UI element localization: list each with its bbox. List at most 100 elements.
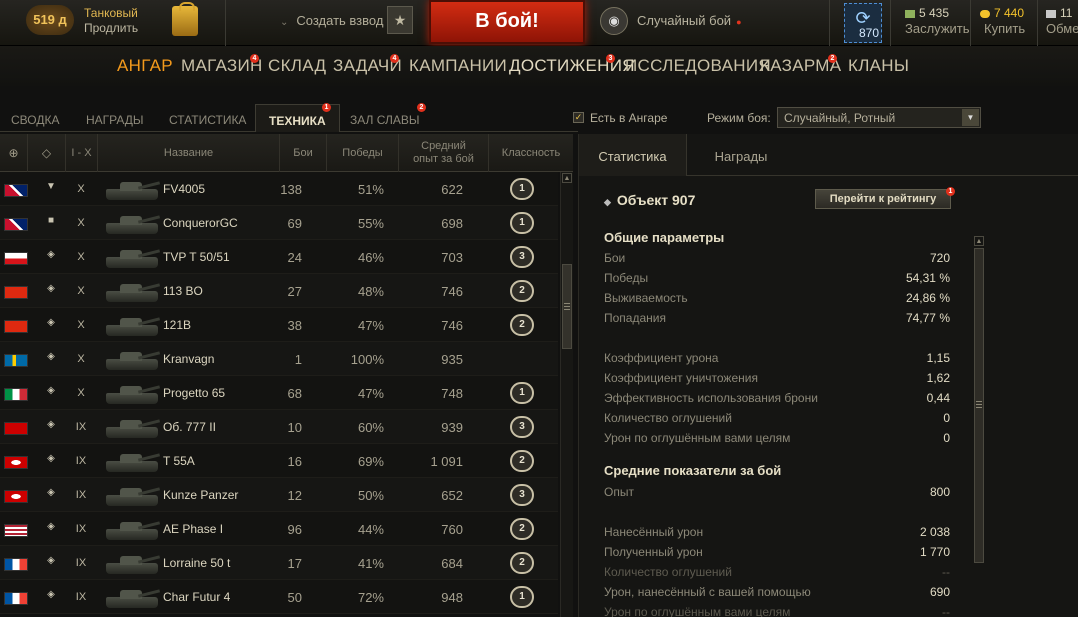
nation-flag-icon [4,592,28,605]
credits-currency[interactable]: 11 Обме [1046,6,1078,36]
platoon-star-icon[interactable]: ★ [387,6,413,34]
vehicle-winrate: 51% [357,182,384,197]
nav-campaigns[interactable]: КАМПАНИИ [409,56,507,76]
panel-tab-awards[interactable]: Награды [687,134,795,176]
battle-mode-dropdown-value: Случайный, Ротный [784,111,896,125]
scroll-up-button[interactable]: ▲ [562,173,572,183]
nav-clans[interactable]: КЛАНЫ [848,56,909,76]
vehicle-type-icon: ◈ [47,283,55,294]
tank-thumbnail [104,549,162,577]
vehicle-avg-xp: 948 [441,590,463,605]
dropdown-arrow-icon: ▼ [962,109,979,126]
tab-awards[interactable]: НАГРАДЫ [86,113,144,127]
gold-currency[interactable]: 7 440 Купить [980,6,1025,36]
bonds-currency[interactable]: 5 435 Заслужить [905,6,970,36]
table-row[interactable]: ◈ X Kranvagn 1 100% 935 [0,342,558,376]
vehicle-type-icon: ◈ [47,351,55,362]
vehicle-tier: X [77,319,85,331]
gold-buy-link[interactable]: Купить [984,21,1025,36]
mastery-badge-icon: 3 [510,416,534,438]
battle-mode-icon[interactable]: ◉ [600,7,628,35]
premium-shop-bag-icon[interactable] [172,2,198,36]
sort-mastery-button[interactable]: Классность [489,134,573,172]
vehicle-avg-xp: 746 [441,318,463,333]
in-hangar-label[interactable]: Есть в Ангаре [590,111,667,125]
nav-research[interactable]: ИССЛЕДОВАНИЯ [625,56,771,76]
tab-hall-of-fame[interactable]: ЗАЛ СЛАВЫ [350,113,420,127]
nation-flag-icon [4,388,28,401]
table-row[interactable]: ◈ X TVP T 50/51 24 46% 703 3 [0,240,558,274]
mastery-badge-icon: 1 [510,382,534,404]
vehicle-battles: 10 [287,420,302,435]
vehicle-stats-panel: Статистика Награды ◆ Объект 907 Перейти к… [578,134,1078,617]
main-navigation: АНГАР МАГАЗИН 4 СКЛАД ЗАДАЧИ 4 КАМПАНИИ … [0,46,1078,86]
vehicle-winrate: 55% [357,216,384,231]
vehicle-title: ◆ Объект 907 [604,192,695,208]
scrollbar-thumb[interactable] [562,264,572,349]
panel-tab-statistics[interactable]: Статистика [579,134,687,176]
create-platoon-button[interactable]: ⌄ Создать взвод [280,13,383,28]
scroll-up-button[interactable]: ▲ [974,236,984,246]
stat-label: Количество оглушений [604,565,732,579]
gold-value: 7 440 [994,6,1025,20]
vehicle-type-icon: ◈ [47,521,55,532]
table-row[interactable]: ◈ IX Lorraine 50 t 17 41% 684 2 [0,546,558,580]
tank-thumbnail [104,379,162,407]
credits-icon [1046,9,1056,18]
battle-mode-selector[interactable]: Случайный бой ● [637,13,742,28]
credits-exchange-link[interactable]: Обме [1046,21,1078,36]
table-row[interactable]: ◈ IX T 55A 16 69% 1 091 2 [0,444,558,478]
sort-battles-button[interactable]: Бои [280,134,327,172]
nav-achievements[interactable]: ДОСТИЖЕНИЯ [509,56,635,76]
go-to-rating-button[interactable]: Перейти к рейтингу [815,189,951,209]
table-row[interactable]: ◈ IX Об. 777 II 10 60% 939 3 [0,410,558,444]
table-row[interactable]: ■ X ConquerorGC 69 55% 698 1 [0,206,558,240]
vehicle-battles: 27 [287,284,302,299]
premium-extend-link[interactable]: Продлить [84,21,138,36]
tab-statistics[interactable]: СТАТИСТИКА [169,113,246,127]
stat-row: Количество оглушений -- [604,565,950,583]
stat-row: Попадания 74,77 % [604,311,950,329]
battle-mode-dropdown[interactable]: Случайный, Ротный ▼ [777,107,981,128]
vehicle-name: 121B [163,318,192,332]
scrollbar-thumb[interactable] [974,248,984,563]
divider [970,0,971,46]
table-row[interactable]: ◈ IX Kunze Panzer 12 50% 652 3 [0,478,558,512]
sort-nation-button[interactable]: ⊕ [0,134,28,172]
vehicle-name: AE Phase I [163,522,224,536]
in-hangar-checkbox[interactable]: ✓ [573,112,584,123]
table-scrollbar[interactable]: ▲ [560,172,573,617]
stat-row: Урон по оглушённым вами целям 0 [604,431,950,449]
stat-row: Победы 54,31 % [604,271,950,289]
nation-flag-icon [4,456,28,469]
stat-row: Количество оглушений 0 [604,411,950,429]
tank-thumbnail [104,481,162,509]
bonds-earn-link[interactable]: Заслужить [905,21,970,36]
premium-account[interactable]: Танковый Продлить [84,6,138,36]
tab-summary[interactable]: СВОДКА [11,113,59,127]
nav-shop-badge: 4 [250,54,259,63]
panel-scrollbar[interactable]: ▲ [973,236,986,617]
grip-line [976,407,982,408]
sort-type-button[interactable]: ◇ [28,134,66,172]
nav-hangar[interactable]: АНГАР [117,56,173,76]
stat-label: Победы [604,271,649,285]
stat-label: Количество оглушений [604,411,732,425]
table-row[interactable]: ◈ X 121B 38 47% 746 2 [0,308,558,342]
table-row[interactable]: ◈ X Progetto 65 68 47% 748 1 [0,376,558,410]
vehicle-battles: 69 [287,216,302,231]
sort-name-button[interactable]: Название [98,134,280,172]
table-row[interactable]: ◈ IX AE Phase I 96 44% 760 2 [0,512,558,546]
table-row[interactable]: ◈ IX Char Futur 4 50 72% 948 1 [0,580,558,614]
vehicle-winrate: 47% [357,318,384,333]
sort-tier-button[interactable]: I - X [66,134,98,172]
sort-wins-button[interactable]: Победы [327,134,399,172]
to-battle-button[interactable]: В бой! [429,0,585,44]
premium-days-badge[interactable]: 519 д [26,5,74,35]
nav-depot[interactable]: СКЛАД [268,56,326,76]
table-row[interactable]: ◈ X 113 BO 27 48% 746 2 [0,274,558,308]
table-row[interactable]: ▼ X FV4005 138 51% 622 1 [0,172,558,206]
stat-row: Эффективность использования брони 0,44 [604,391,950,409]
sort-avg-xp-button[interactable]: Средний опыт за бой [399,134,489,172]
free-xp-widget[interactable]: ⟳ 870 [844,3,882,43]
